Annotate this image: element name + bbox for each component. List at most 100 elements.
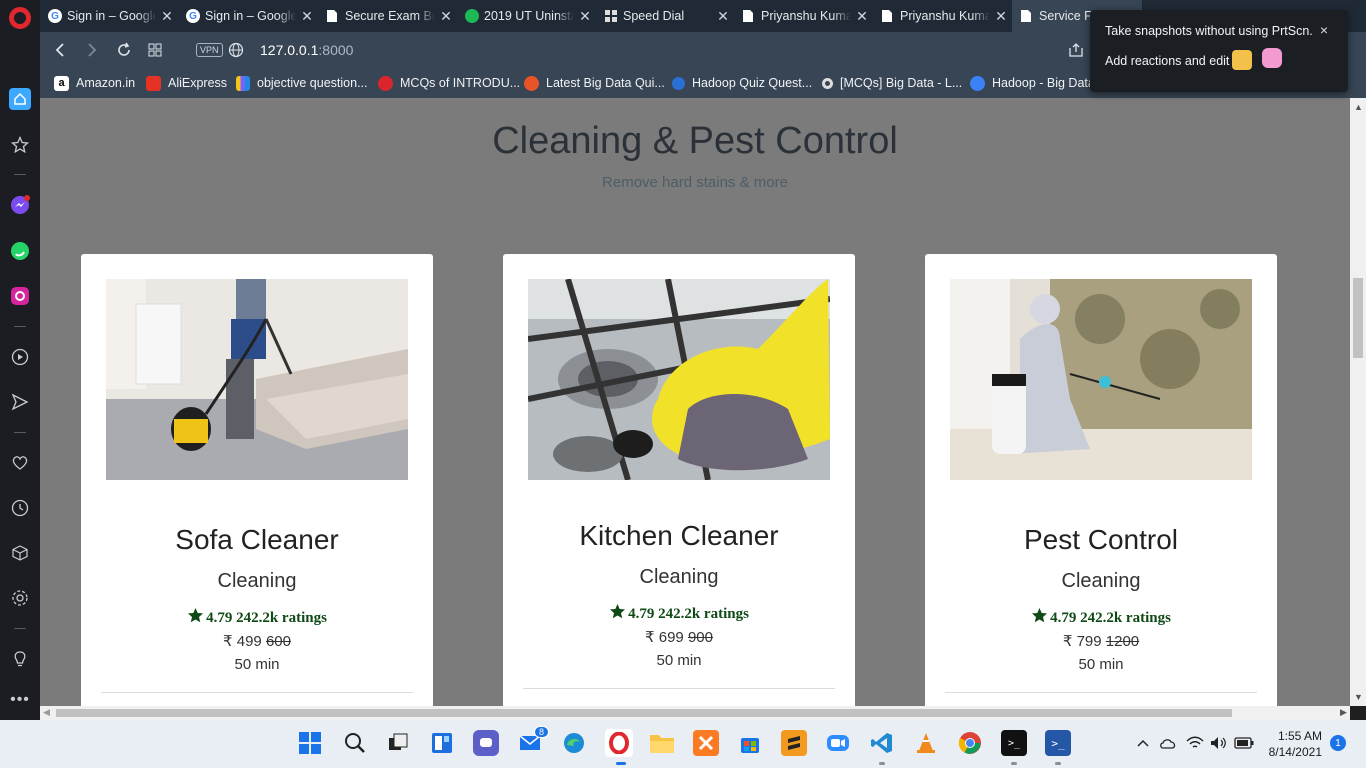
sofa-cleaner-image — [106, 279, 408, 480]
wifi-icon[interactable] — [1185, 730, 1205, 756]
tab-title: Sign in – Google — [67, 9, 156, 23]
chrome-icon[interactable] — [957, 730, 983, 756]
duration: 50 min — [234, 656, 280, 673]
windows-start-icon[interactable] — [297, 730, 323, 756]
more-dots-icon[interactable]: ••• — [9, 689, 31, 711]
horizontal-scrollbar[interactable]: ◀ ▶ — [40, 706, 1350, 720]
bookmark-hadoop-quiz[interactable]: Hadoop Quiz Quest... — [672, 74, 812, 92]
opera-taskbar-icon[interactable] — [605, 729, 633, 757]
bookmark-objective-question[interactable]: objective question... — [236, 74, 368, 92]
duration: 50 min — [656, 652, 702, 669]
current-price: 799 — [1076, 633, 1102, 650]
service-card-sofa-cleaner[interactable]: Sofa Cleaner Cleaning 4.79 242.2k rating… — [81, 254, 433, 706]
close-tab-icon[interactable]: ✕ — [994, 8, 1008, 25]
opera-logo-icon[interactable] — [9, 7, 31, 29]
forward-icon[interactable] — [82, 40, 102, 60]
google-icon: G — [186, 9, 200, 23]
scrollbar-thumb[interactable] — [56, 709, 1232, 717]
reload-icon[interactable] — [114, 40, 134, 60]
globe-icon[interactable] — [226, 40, 246, 60]
terminal-icon[interactable]: >_ — [1001, 730, 1027, 756]
tab-priyanshu-1[interactable]: Priyanshu Kuma ✕ — [734, 0, 873, 32]
scroll-left-icon[interactable]: ◀ — [43, 707, 50, 718]
tabs-grid-icon[interactable] — [145, 40, 165, 60]
notification-count-badge[interactable]: 1 — [1330, 735, 1346, 751]
home-icon[interactable] — [9, 88, 31, 110]
vpn-badge[interactable]: VPN — [196, 43, 223, 57]
edge-icon[interactable] — [561, 730, 587, 756]
zoom-icon[interactable] — [825, 730, 851, 756]
settings-gear-icon[interactable] — [9, 587, 31, 609]
powershell-icon[interactable]: >_ — [1045, 730, 1071, 756]
bookmark-big-data-quiz[interactable]: Latest Big Data Qui... — [524, 74, 665, 92]
chevron-up-icon[interactable] — [1134, 730, 1152, 756]
back-icon[interactable] — [50, 40, 70, 60]
close-icon[interactable]: × — [1320, 22, 1328, 38]
currency-symbol: ₹ — [645, 629, 655, 646]
search-icon[interactable] — [342, 730, 368, 756]
bookmark-mcqs-introduction[interactable]: MCQs of INTRODU... — [378, 74, 520, 92]
battery-icon[interactable] — [1233, 730, 1255, 756]
books-icon — [236, 75, 250, 91]
sublime-text-icon[interactable] — [781, 730, 807, 756]
heart-icon[interactable] — [9, 452, 31, 474]
scroll-down-icon[interactable]: ▼ — [1354, 692, 1363, 702]
instagram-icon[interactable] — [9, 285, 31, 307]
star-icon — [610, 603, 626, 619]
close-tab-icon[interactable]: ✕ — [160, 8, 174, 25]
scrollbar-thumb[interactable] — [1353, 278, 1363, 358]
scroll-right-icon[interactable]: ▶ — [1340, 707, 1347, 718]
bookmark-label: MCQs of INTRODU... — [400, 76, 521, 90]
document-icon — [1020, 9, 1034, 23]
tab-speed-dial[interactable]: Speed Dial ✕ — [596, 0, 734, 32]
close-tab-icon[interactable]: ✕ — [855, 8, 869, 25]
file-explorer-icon[interactable] — [649, 730, 675, 756]
bookmark-aliexpress[interactable]: AliExpress — [146, 74, 227, 92]
url-field[interactable]: 127.0.0.1:8000 — [260, 42, 353, 58]
tab-sign-in-google-1[interactable]: G Sign in – Google ✕ — [40, 0, 178, 32]
widgets-icon[interactable] — [429, 730, 455, 756]
extensions-cube-icon[interactable] — [9, 542, 31, 564]
close-tab-icon[interactable]: ✕ — [439, 8, 453, 25]
star-icon[interactable] — [9, 134, 31, 156]
tab-title: Priyanshu Kuma — [761, 9, 851, 23]
tab-secure-exam[interactable]: Secure Exam Bro ✕ — [318, 0, 457, 32]
bookmark-amazon[interactable]: a Amazon.in — [54, 74, 135, 92]
tab-title: Speed Dial — [623, 9, 685, 23]
task-view-icon[interactable] — [385, 730, 411, 756]
service-card-kitchen-cleaner[interactable]: Kitchen Cleaner Cleaning 4.79 242.2k rat… — [503, 254, 855, 706]
tab-priyanshu-2[interactable]: Priyanshu Kuma ✕ — [873, 0, 1012, 32]
mail-icon[interactable]: 8 — [517, 726, 549, 756]
vscode-icon[interactable] — [869, 730, 895, 756]
close-tab-icon[interactable]: ✕ — [300, 8, 314, 25]
bookmark-mcqs-big-data[interactable]: [MCQs] Big Data - L... — [822, 74, 962, 92]
bookmark-hadoop-big-data[interactable]: Hadoop - Big Data — [970, 74, 1095, 92]
vlc-icon[interactable] — [913, 730, 939, 756]
google-icon: G — [48, 9, 62, 23]
close-tab-icon[interactable]: ✕ — [578, 8, 592, 25]
volume-icon[interactable] — [1209, 730, 1229, 756]
lightbulb-icon[interactable] — [9, 648, 31, 670]
microsoft-store-icon[interactable] — [737, 730, 763, 756]
player-icon[interactable] — [9, 346, 31, 368]
currency-symbol: ₹ — [223, 633, 233, 650]
history-icon[interactable] — [9, 497, 31, 519]
tab-ut-uninstall[interactable]: 2019 UT Uninsta ✕ — [457, 0, 596, 32]
tab-sign-in-google-2[interactable]: G Sign in – Google ✕ — [178, 0, 318, 32]
snapshot-icon[interactable] — [1066, 40, 1086, 60]
send-icon[interactable] — [9, 391, 31, 413]
tab-title: Sign in – Google — [205, 9, 296, 23]
vertical-scrollbar[interactable]: ▲ ▼ — [1350, 98, 1366, 706]
onedrive-cloud-icon[interactable] — [1157, 730, 1179, 756]
messenger-icon[interactable] — [9, 194, 31, 216]
system-clock[interactable]: 1:55 AM 8/14/2021 — [1262, 728, 1322, 760]
scroll-up-icon[interactable]: ▲ — [1354, 102, 1363, 112]
teams-chat-icon[interactable] — [473, 730, 499, 756]
whatsapp-icon[interactable] — [9, 240, 31, 262]
notification-line-2: Add reactions and edit — [1105, 54, 1230, 68]
close-tab-icon[interactable]: ✕ — [716, 8, 730, 25]
old-price: 900 — [687, 629, 713, 646]
xampp-icon[interactable] — [693, 730, 719, 756]
active-indicator — [616, 762, 626, 765]
service-card-pest-control[interactable]: Pest Control Cleaning 4.79 242.2k rating… — [925, 254, 1277, 706]
